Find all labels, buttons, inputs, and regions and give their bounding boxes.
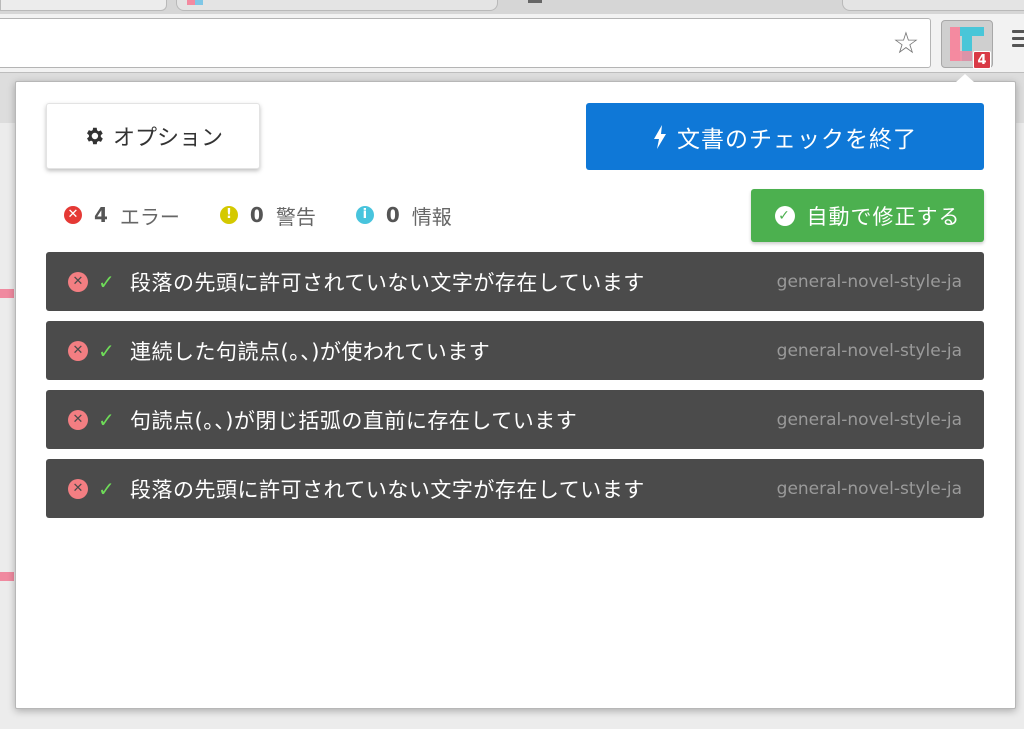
popup-arrow <box>956 74 974 82</box>
tab-favicon <box>187 0 203 5</box>
fix-issue-check-icon[interactable]: ✓ <box>98 408 118 432</box>
warning-count: 0 <box>249 203 264 227</box>
issue-item: ✕ ✓ 連続した句読点(。、)が使われています general-novel-st… <box>46 321 984 380</box>
issue-message[interactable]: 段落の先頭に許可されていない文字が存在しています <box>130 267 645 297</box>
ignore-issue-icon[interactable]: ✕ <box>68 340 88 361</box>
stat-info: i 0 情報 <box>355 201 452 230</box>
tab-separator <box>528 0 542 3</box>
tab-active[interactable] <box>176 0 498 11</box>
issue-stats: ✕ 4 エラー ! 0 警告 i 0 情報 <box>64 200 492 230</box>
options-button-label: オプション <box>112 126 223 151</box>
info-label: 情報 <box>411 204 452 229</box>
bolt-icon <box>654 124 666 149</box>
issue-message[interactable]: 連続した句読点(。、)が使われています <box>130 336 490 366</box>
address-bar[interactable]: ☆ <box>0 18 931 68</box>
autofix-button[interactable]: ✓ 自動で修正する <box>751 189 984 242</box>
fix-issue-check-icon[interactable]: ✓ <box>98 339 118 363</box>
issue-rule: general-novel-style-ja <box>776 409 962 430</box>
fix-issue-check-icon[interactable]: ✓ <box>98 270 118 294</box>
ignore-issue-icon[interactable]: ✕ <box>68 478 88 499</box>
extension-button[interactable]: 4 <box>941 20 993 69</box>
issue-rule: general-novel-style-ja <box>776 271 962 292</box>
issue-message[interactable]: 句読点(。、)が閉じ括弧の直前に存在しています <box>130 405 577 435</box>
issue-item: ✕ ✓ 句読点(。、)が閉じ括弧の直前に存在しています general-nove… <box>46 390 984 449</box>
stat-warnings: ! 0 警告 <box>219 201 316 230</box>
issue-rule: general-novel-style-ja <box>776 478 962 499</box>
tab-previous[interactable] <box>0 0 167 11</box>
issue-message[interactable]: 段落の先頭に許可されていない文字が存在しています <box>130 474 645 504</box>
error-label: エラー <box>119 204 180 229</box>
check-circle-icon: ✓ <box>774 205 795 226</box>
issue-rule: general-novel-style-ja <box>776 340 962 361</box>
info-icon: i <box>355 206 374 224</box>
finish-check-button[interactable]: 文書のチェックを終了 <box>586 103 984 170</box>
error-icon: ✕ <box>64 206 82 224</box>
browser-menu-icon[interactable] <box>1012 30 1024 51</box>
finish-check-label: 文書のチェックを終了 <box>677 126 917 153</box>
page-highlight-mark <box>0 572 14 581</box>
tab-next[interactable] <box>842 0 1024 11</box>
page-highlight-mark <box>0 289 14 298</box>
fix-issue-check-icon[interactable]: ✓ <box>98 477 118 501</box>
stat-errors: ✕ 4 エラー <box>64 201 180 230</box>
info-count: 0 <box>385 203 400 227</box>
issue-item: ✕ ✓ 段落の先頭に許可されていない文字が存在しています general-nov… <box>46 252 984 311</box>
extension-badge: 4 <box>973 51 991 69</box>
bookmark-star-icon[interactable]: ☆ <box>890 28 922 60</box>
extension-popup: オプション 文書のチェックを終了 ✕ 4 エラー ! 0 警告 i 0 情報 ✓… <box>15 81 1016 709</box>
ignore-issue-icon[interactable]: ✕ <box>68 271 88 292</box>
error-count: 4 <box>94 203 108 227</box>
warning-label: 警告 <box>275 204 316 229</box>
issue-item: ✕ ✓ 段落の先頭に許可されていない文字が存在しています general-nov… <box>46 459 984 518</box>
ignore-issue-icon[interactable]: ✕ <box>68 409 88 430</box>
warning-icon: ! <box>219 206 238 224</box>
gear-icon <box>87 127 103 145</box>
issue-list: ✕ ✓ 段落の先頭に許可されていない文字が存在しています general-nov… <box>46 252 984 528</box>
autofix-button-label: 自動で修正する <box>806 204 961 229</box>
options-button[interactable]: オプション <box>46 103 260 169</box>
